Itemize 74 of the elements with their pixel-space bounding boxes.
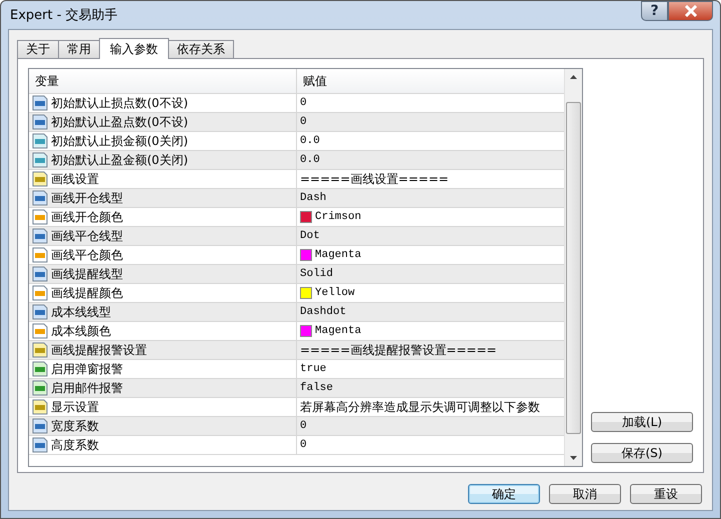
variable-name: 初始默认止盈点数(0不设) — [51, 114, 188, 130]
int-type-icon — [32, 418, 48, 434]
bool-type-icon — [32, 380, 48, 396]
int-type-icon — [32, 228, 48, 244]
string-type-icon — [32, 399, 48, 415]
column-header[interactable]: 变量 — [29, 69, 297, 93]
int-type-icon — [32, 114, 48, 130]
variable-name: 初始默认止损金额(0关闭) — [51, 132, 188, 150]
variable-name: 启用弹窗报警 — [51, 360, 123, 378]
variable-name: 高度系数 — [51, 436, 99, 454]
variable-name: 画线提醒线型 — [51, 266, 123, 282]
side-button[interactable]: 保存(S) — [591, 443, 693, 463]
string-type-icon — [32, 342, 48, 358]
parameter-value[interactable]: =====画线提醒报警设置===== — [300, 342, 497, 358]
tab[interactable]: 依存关系 — [168, 40, 234, 58]
parameter-value[interactable]: false — [300, 382, 334, 394]
parameter-value[interactable]: 0 — [300, 420, 307, 432]
scroll-thumb[interactable] — [566, 102, 581, 434]
double-type-icon — [32, 152, 48, 168]
dialog-button[interactable]: 重设 — [630, 484, 702, 504]
tab[interactable]: 常用 — [58, 40, 100, 58]
variable-name: 初始默认止盈金额(0关闭) — [51, 152, 188, 168]
color-type-icon — [32, 323, 48, 339]
dialog-button[interactable]: 确定 — [468, 484, 540, 504]
close-button[interactable] — [668, 1, 713, 21]
variable-name: 初始默认止损点数(0不设) — [51, 94, 188, 112]
variable-name: 成本线颜色 — [51, 322, 111, 340]
variable-name: 画线平仓线型 — [51, 228, 123, 244]
tab[interactable]: 关于 — [17, 40, 59, 58]
variable-name: 成本线线型 — [51, 304, 111, 320]
window-title: Expert - 交易助手 — [9, 7, 118, 24]
bool-type-icon — [32, 361, 48, 377]
double-type-icon — [32, 133, 48, 149]
parameter-value[interactable]: Yellow — [315, 287, 355, 299]
variable-name: 画线提醒颜色 — [51, 284, 123, 302]
int-type-icon — [32, 437, 48, 453]
int-type-icon — [32, 95, 48, 111]
tab[interactable]: 输入参数 — [99, 38, 169, 59]
parameter-value[interactable]: 0 — [300, 439, 307, 451]
scrollbar[interactable] — [564, 69, 582, 466]
help-button[interactable]: ? — [641, 1, 668, 21]
parameter-value[interactable]: Crimson — [315, 211, 362, 223]
close-icon — [684, 5, 698, 17]
variable-name: 画线提醒报警设置 — [51, 342, 147, 358]
column-header[interactable]: 赋值 — [297, 69, 564, 93]
int-type-icon — [32, 266, 48, 282]
parameter-value[interactable]: 0.0 — [300, 135, 320, 147]
parameter-value[interactable]: Solid — [300, 268, 334, 280]
variable-name: 画线开仓线型 — [51, 190, 123, 206]
variable-name: 启用邮件报警 — [51, 380, 123, 396]
parameter-value[interactable]: Dashdot — [300, 306, 346, 318]
color-type-icon — [32, 247, 48, 263]
color-type-icon — [32, 209, 48, 225]
string-type-icon — [32, 171, 48, 187]
variable-name: 宽度系数 — [51, 418, 99, 434]
side-button[interactable]: 加载(L) — [591, 412, 693, 432]
int-type-icon — [32, 190, 48, 206]
parameter-value[interactable]: Magenta — [315, 325, 362, 337]
parameter-value[interactable]: true — [300, 363, 326, 375]
variable-name: 画线平仓颜色 — [51, 246, 123, 264]
parameter-value[interactable]: 0 — [300, 97, 307, 109]
parameter-value[interactable]: Magenta — [315, 249, 362, 261]
parameter-value[interactable]: 0.0 — [300, 154, 320, 166]
variable-name: 显示设置 — [51, 398, 99, 416]
variable-name: 画线开仓颜色 — [51, 208, 123, 226]
parameter-value[interactable]: Dash — [300, 192, 326, 204]
parameter-value[interactable]: 若屏幕高分辨率造成显示失调可调整以下参数 — [300, 398, 540, 416]
variable-name: 画线设置 — [51, 170, 99, 188]
int-type-icon — [32, 304, 48, 320]
parameter-value[interactable]: Dot — [300, 230, 320, 242]
color-type-icon — [32, 285, 48, 301]
parameter-value[interactable]: =====画线设置===== — [300, 170, 449, 188]
parameter-value[interactable]: 0 — [300, 116, 307, 128]
dialog-button[interactable]: 取消 — [549, 484, 621, 504]
